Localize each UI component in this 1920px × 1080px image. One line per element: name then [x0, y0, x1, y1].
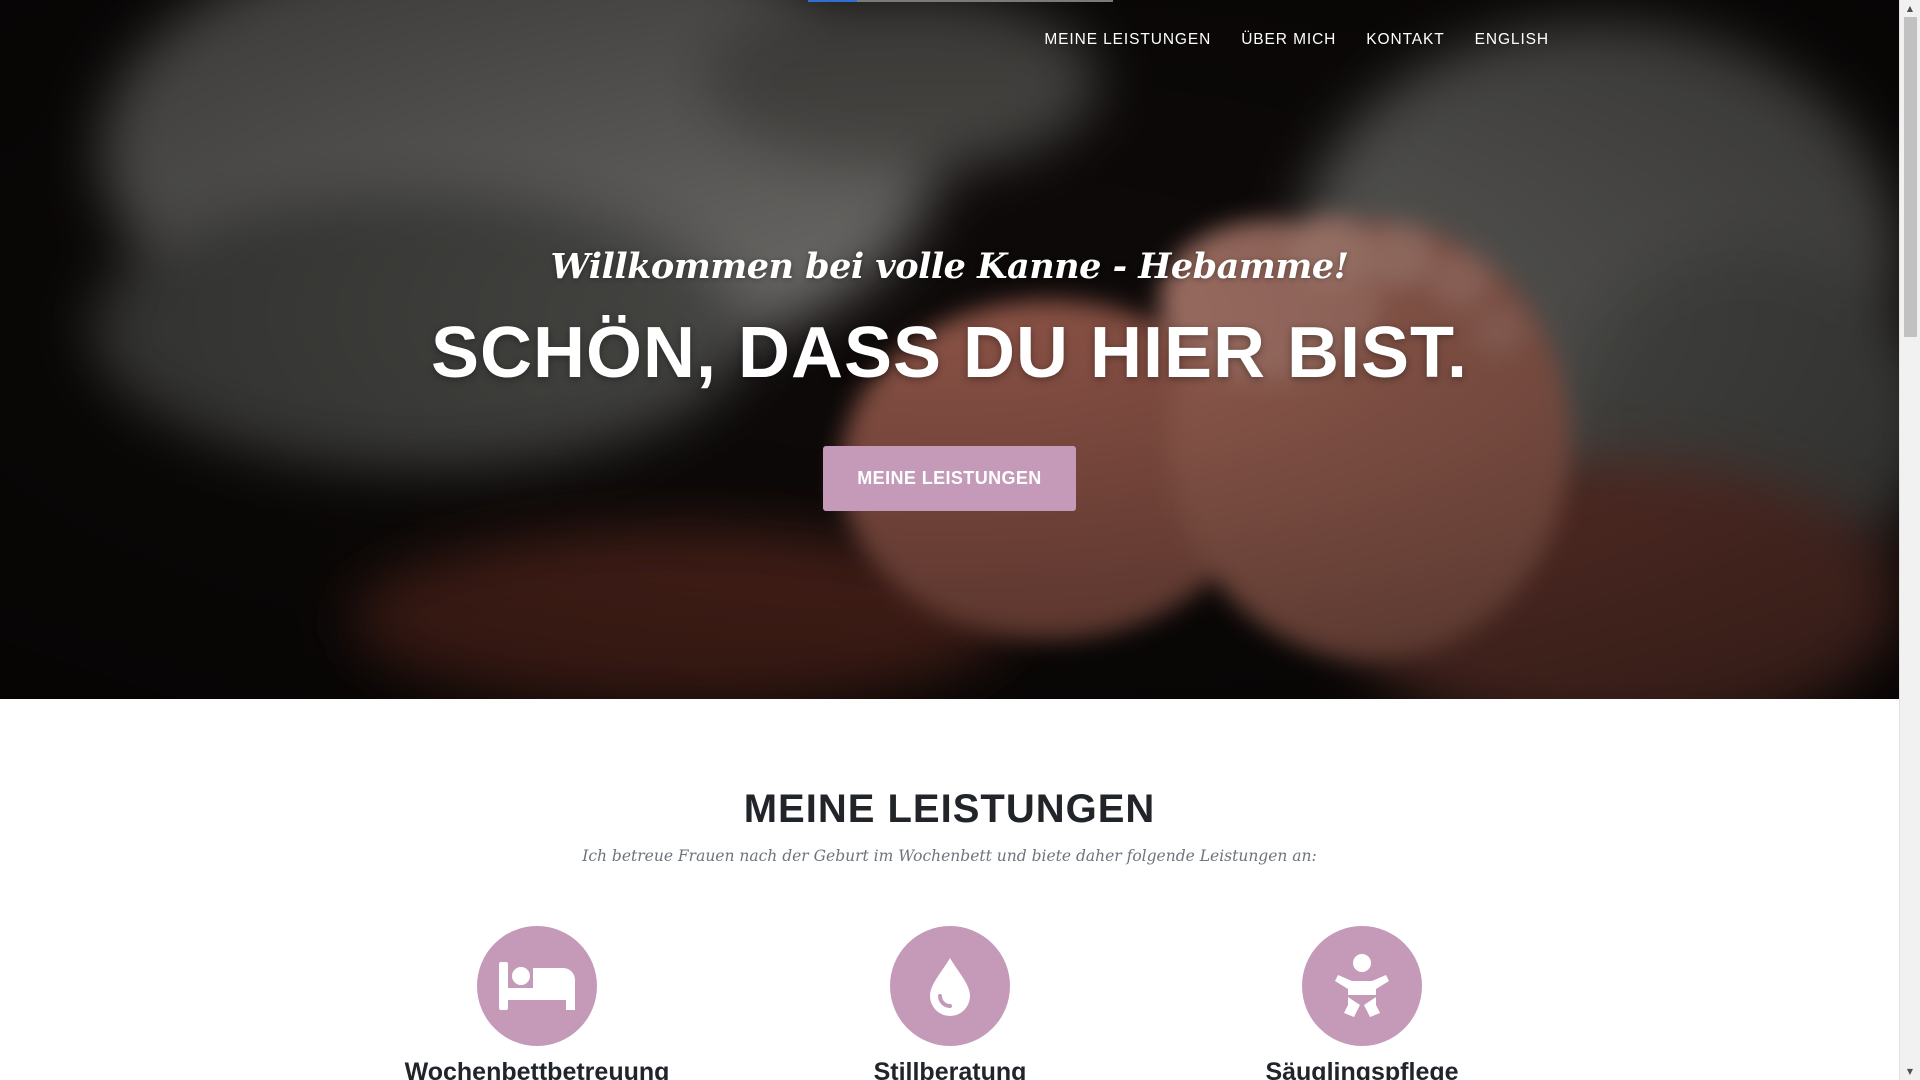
- services-section: MEINE LEISTUNGEN Ich betreue Frauen nach…: [0, 699, 1899, 1080]
- nav-link-ueber-mich[interactable]: ÜBER MICH: [1241, 28, 1336, 52]
- service-stillberatung: Stillberatung: [750, 926, 1150, 1080]
- nav-link-meine-leistungen[interactable]: MEINE LEISTUNGEN: [1044, 28, 1211, 52]
- hero-section: MEINE LEISTUNGEN ÜBER MICH KONTAKT ENGLI…: [0, 0, 1899, 699]
- bed-icon: [499, 962, 575, 1010]
- hero-title: SCHÖN, DASS DU HIER BIST.: [430, 313, 1469, 393]
- hero-subtitle: Willkommen bei volle Kanne - Hebamme!: [550, 246, 1349, 287]
- scrollbar-thumb[interactable]: [1904, 17, 1917, 337]
- service-wochenbettbetreuung: Wochenbettbetreuung: [337, 926, 737, 1080]
- service-saeuglingspflege: Säuglingspflege: [1162, 926, 1562, 1080]
- page-scrollbar[interactable]: ▲ ▼: [1899, 0, 1920, 1080]
- services-heading: MEINE LEISTUNGEN: [743, 787, 1156, 831]
- service-icon-circle: [890, 926, 1010, 1046]
- services-lead: Ich betreue Frauen nach der Geburt im Wo…: [582, 847, 1317, 865]
- main-nav: MEINE LEISTUNGEN ÜBER MICH KONTAKT ENGLI…: [1044, 28, 1549, 52]
- hero-services-button[interactable]: MEINE LEISTUNGEN: [823, 446, 1076, 511]
- nav-link-kontakt[interactable]: KONTAKT: [1366, 28, 1444, 52]
- page-progress-bar: [808, 0, 1113, 2]
- baby-icon: [1335, 954, 1389, 1017]
- nav-link-english[interactable]: ENGLISH: [1475, 28, 1549, 52]
- service-name: Säuglingspflege: [1265, 1058, 1459, 1080]
- service-name: Stillberatung: [873, 1058, 1027, 1080]
- service-icon-circle: [1302, 926, 1422, 1046]
- scroll-down-arrow-icon[interactable]: ▼: [1900, 1063, 1920, 1080]
- page-progress-fill: [808, 0, 857, 2]
- page: MEINE LEISTUNGEN ÜBER MICH KONTAKT ENGLI…: [0, 0, 1920, 1080]
- service-name: Wochenbettbetreuung: [404, 1058, 670, 1080]
- scroll-up-arrow-icon[interactable]: ▲: [1900, 0, 1920, 17]
- service-icon-circle: [477, 926, 597, 1046]
- drop-icon: [930, 958, 970, 1016]
